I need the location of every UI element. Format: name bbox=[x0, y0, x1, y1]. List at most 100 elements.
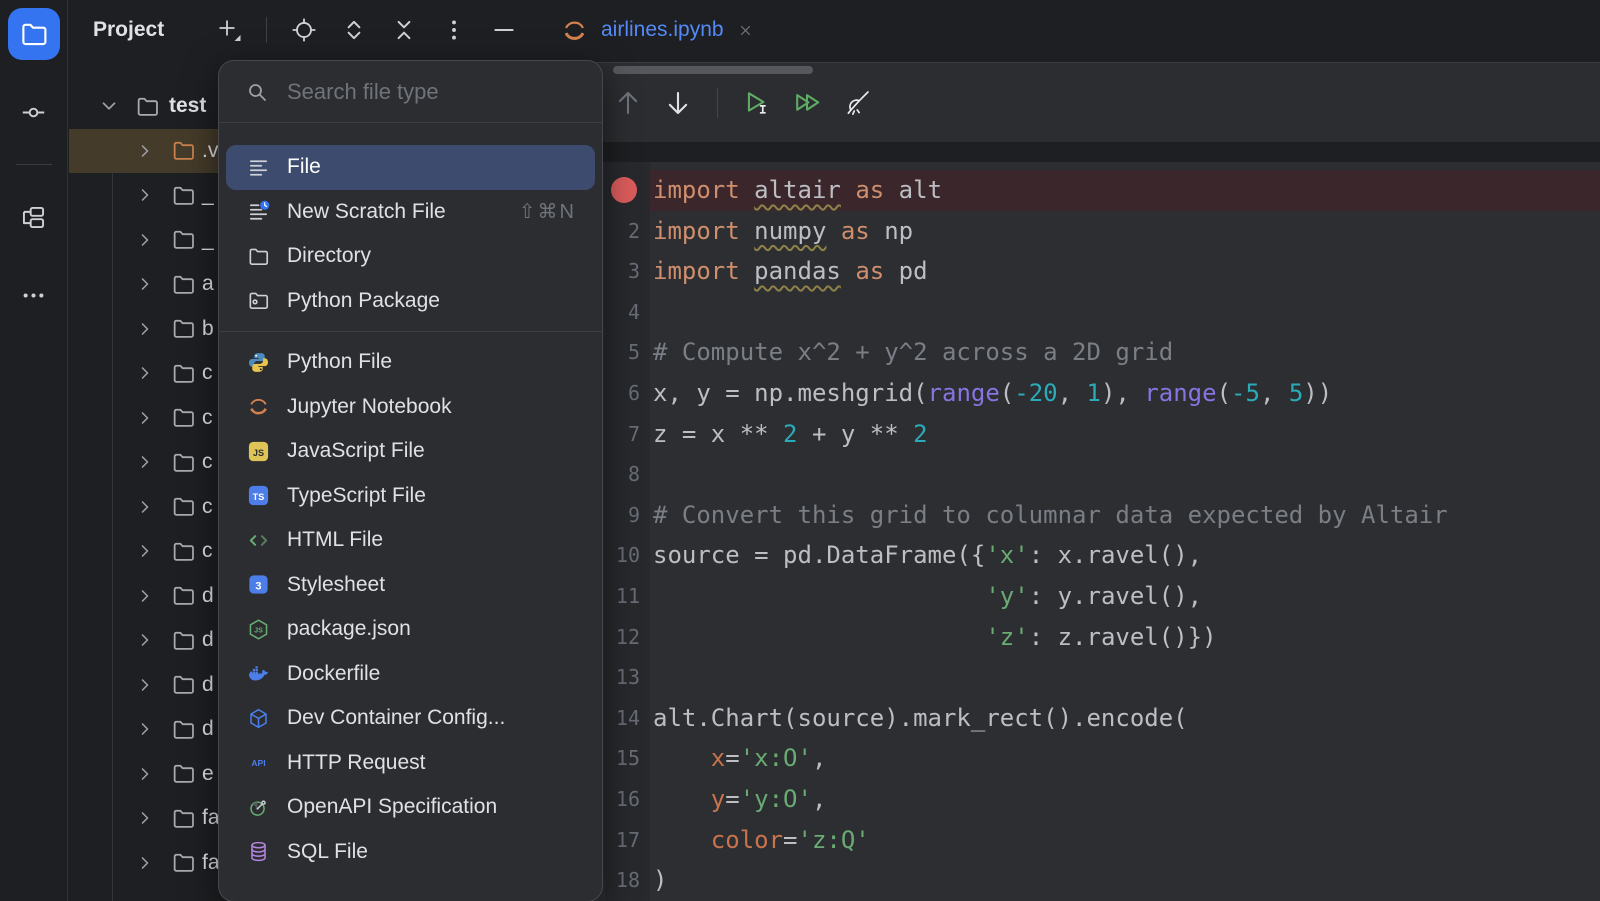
popup-item-python-package[interactable]: Python Package bbox=[226, 279, 595, 324]
tree-item-label: b bbox=[202, 317, 214, 341]
horizontal-scrollbar-thumb[interactable] bbox=[613, 66, 813, 74]
popup-item-javascript-file[interactable]: JSJavaScript File bbox=[226, 429, 595, 474]
activity-commit-button[interactable] bbox=[8, 86, 60, 138]
code-line-11[interactable]: 'y': y.ravel(), bbox=[653, 576, 1600, 617]
popup-item-python-file[interactable]: Python File bbox=[226, 340, 595, 385]
code-token: z = x ** bbox=[653, 420, 783, 448]
gutter-line-number[interactable]: 16 bbox=[605, 779, 650, 820]
expand-all-button[interactable] bbox=[341, 17, 367, 43]
code-line-15[interactable]: x='x:O', bbox=[653, 738, 1600, 779]
chevron-right-icon[interactable] bbox=[135, 363, 155, 383]
tree-item-label: c bbox=[202, 539, 213, 563]
move-cell-down-button[interactable] bbox=[663, 88, 693, 118]
activity-project-button[interactable] bbox=[8, 8, 60, 60]
popup-item-sql-file[interactable]: SQL File bbox=[226, 830, 595, 875]
code-area[interactable]: import altair as altimport numpy as npim… bbox=[653, 170, 1600, 901]
code-line-17[interactable]: color='z:Q' bbox=[653, 820, 1600, 861]
chevron-right-icon[interactable] bbox=[135, 230, 155, 250]
chevron-right-icon[interactable] bbox=[135, 586, 155, 606]
code-line-9[interactable]: # Convert this grid to columnar data exp… bbox=[653, 495, 1600, 536]
chevron-right-icon[interactable] bbox=[135, 808, 155, 828]
gutter-line-number[interactable]: 7 bbox=[605, 414, 650, 455]
code-line-13[interactable] bbox=[653, 657, 1600, 698]
collapse-all-icon bbox=[391, 17, 417, 43]
run-all-cells-button[interactable] bbox=[792, 88, 822, 118]
gutter-line-number[interactable]: 11 bbox=[605, 576, 650, 617]
code-line-5[interactable]: # Compute x^2 + y^2 across a 2D grid bbox=[653, 332, 1600, 373]
chevron-right-icon[interactable] bbox=[135, 719, 155, 739]
popup-item-typescript-file[interactable]: TSTypeScript File bbox=[226, 474, 595, 519]
chevron-right-icon[interactable] bbox=[135, 541, 155, 561]
code-line-10[interactable]: source = pd.DataFrame({'x': x.ravel(), bbox=[653, 535, 1600, 576]
gutter-line-number[interactable]: 10 bbox=[605, 535, 650, 576]
code-line-16[interactable]: y='y:O', bbox=[653, 779, 1600, 820]
code-line-4[interactable] bbox=[653, 292, 1600, 333]
tab-airlines-ipynb[interactable]: airlines.ipynb bbox=[547, 0, 768, 60]
gutter-line-breakpoint[interactable] bbox=[605, 170, 650, 211]
popup-item-dockerfile[interactable]: Dockerfile bbox=[226, 652, 595, 697]
move-cell-up-button[interactable] bbox=[613, 88, 643, 118]
gutter-line-number[interactable]: 14 bbox=[605, 698, 650, 739]
code-line-14[interactable]: alt.Chart(source).mark_rect().encode( bbox=[653, 698, 1600, 739]
activity-more-button[interactable] bbox=[8, 269, 60, 321]
gutter-line-number[interactable]: 18 bbox=[605, 860, 650, 901]
locate-button[interactable] bbox=[291, 17, 317, 43]
popup-item-html-file[interactable]: HTML File bbox=[226, 518, 595, 563]
popup-item-file[interactable]: File bbox=[226, 145, 595, 190]
chevron-right-icon[interactable] bbox=[135, 408, 155, 428]
code-line-18[interactable]: ) bbox=[653, 860, 1600, 901]
chevron-right-icon[interactable] bbox=[135, 452, 155, 472]
popup-item-jupyter-notebook[interactable]: Jupyter Notebook bbox=[226, 385, 595, 430]
notebook-cell-editor[interactable]: 23456789101112131415161718 import altair… bbox=[537, 162, 1600, 901]
breakpoint-icon[interactable] bbox=[611, 177, 637, 203]
options-button[interactable] bbox=[441, 17, 467, 43]
popup-item-dev-container-config[interactable]: Dev Container Config... bbox=[226, 696, 595, 741]
chevron-right-icon[interactable] bbox=[135, 675, 155, 695]
gutter-line-number[interactable]: 6 bbox=[605, 373, 650, 414]
chevron-right-icon[interactable] bbox=[135, 274, 155, 294]
popup-item-new-scratch-file[interactable]: New Scratch File⇧⌘N bbox=[226, 190, 595, 235]
popup-item-openapi-specification[interactable]: OpenAPI Specification bbox=[226, 785, 595, 830]
chevron-right-icon[interactable] bbox=[135, 319, 155, 339]
editor-gutter[interactable]: 23456789101112131415161718 bbox=[605, 162, 650, 901]
gutter-line-number[interactable]: 4 bbox=[605, 292, 650, 333]
collapse-all-button[interactable] bbox=[391, 17, 417, 43]
gutter-line-number[interactable]: 3 bbox=[605, 251, 650, 292]
chevron-right-icon[interactable] bbox=[135, 853, 155, 873]
chevron-down-icon[interactable] bbox=[98, 95, 120, 117]
clear-outputs-button[interactable] bbox=[842, 88, 872, 118]
hide-button[interactable] bbox=[491, 17, 517, 43]
code-line-2[interactable]: import numpy as np bbox=[653, 211, 1600, 252]
gutter-line-number[interactable]: 17 bbox=[605, 820, 650, 861]
chevron-right-icon[interactable] bbox=[135, 764, 155, 784]
code-line-3[interactable]: import pandas as pd bbox=[653, 251, 1600, 292]
chevron-right-icon[interactable] bbox=[135, 497, 155, 517]
gutter-line-number[interactable]: 12 bbox=[605, 617, 650, 658]
activity-structure-button[interactable] bbox=[8, 191, 60, 243]
gutter-line-number[interactable]: 9 bbox=[605, 495, 650, 536]
code-line-12[interactable]: 'z': z.ravel()}) bbox=[653, 617, 1600, 658]
code-line-6[interactable]: x, y = np.meshgrid(range(-20, 1), range(… bbox=[653, 373, 1600, 414]
gutter-line-number[interactable]: 8 bbox=[605, 454, 650, 495]
code-line-7[interactable]: z = x ** 2 + y ** 2 bbox=[653, 414, 1600, 455]
code-token bbox=[826, 217, 840, 245]
new-button[interactable] bbox=[216, 17, 242, 43]
gutter-line-number[interactable]: 15 bbox=[605, 738, 650, 779]
tree-item-label: d bbox=[202, 673, 214, 697]
gutter-line-number[interactable]: 2 bbox=[605, 211, 650, 252]
chevron-right-icon[interactable] bbox=[135, 185, 155, 205]
code-line-1[interactable]: import altair as alt bbox=[653, 170, 1600, 211]
folder-icon bbox=[19, 19, 49, 49]
gutter-line-number[interactable]: 5 bbox=[605, 332, 650, 373]
popup-item-stylesheet[interactable]: 3Stylesheet bbox=[226, 563, 595, 608]
code-line-8[interactable] bbox=[653, 454, 1600, 495]
gutter-line-number[interactable]: 13 bbox=[605, 657, 650, 698]
popup-item-directory[interactable]: Directory bbox=[226, 234, 595, 279]
popup-item-http-request[interactable]: APIHTTP Request bbox=[226, 741, 595, 786]
search-input[interactable] bbox=[287, 79, 582, 105]
chevron-right-icon[interactable] bbox=[135, 630, 155, 650]
chevron-right-icon[interactable] bbox=[135, 141, 155, 161]
run-cell-button[interactable] bbox=[742, 88, 772, 118]
close-icon[interactable] bbox=[737, 22, 754, 39]
popup-item-package-json[interactable]: JSpackage.json bbox=[226, 607, 595, 652]
